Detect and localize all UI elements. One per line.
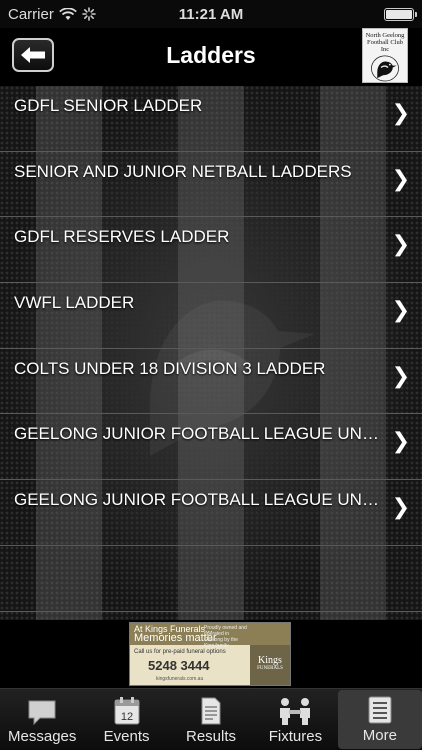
tab-messages[interactable]: Messages [0,689,84,750]
status-right [384,7,417,21]
ladder-row-vwfl[interactable]: VWFL LADDER ❯ [0,283,422,349]
ladders-list: GDFL SENIOR LADDER ❯ SENIOR AND JUNIOR N… [0,86,422,612]
ad-brand-sub: FUNERALS [257,666,283,671]
calendar-icon: 12 [114,697,140,725]
ad-callout: Call us for pre-paid funeral options [134,649,226,655]
calendar-day: 12 [120,711,132,723]
page-title: Ladders [166,42,256,68]
battery-icon [384,7,417,21]
club-logo: North Geelong Football Club Inc [362,28,408,83]
document-icon [201,697,221,725]
tab-results[interactable]: Results [169,689,253,750]
ladder-row-gjfl-2[interactable]: GEELONG JUNIOR FOOTBALL LEAGUE UNDER 15 … [0,480,422,546]
tab-more[interactable]: More [337,690,422,749]
carrier-label: Carrier [8,5,54,23]
ladder-row-label: VWFL LADDER [14,293,135,313]
tab-label: Messages [8,728,77,745]
carrier-indicator: Carrier [8,6,96,23]
chevron-right-icon: ❯ [391,100,410,125]
ladder-row-gdfl-senior[interactable]: GDFL SENIOR LADDER ❯ [0,86,422,152]
tab-label: Fixtures [268,728,323,745]
ladder-row-label: COLTS UNDER 18 DIVISION 3 LADDER [14,358,326,378]
ladder-row-label: GDFL RESERVES LADDER [14,227,230,247]
chevron-right-icon: ❯ [391,428,410,454]
list-icon [368,696,392,724]
battery-fill [386,9,412,19]
tab-label: Results [186,728,237,745]
chevron-right-icon: ❯ [391,362,410,388]
ladder-row-colts-u18[interactable]: COLTS UNDER 18 DIVISION 3 LADDER ❯ [0,349,422,415]
ad-phone: 5248 3444 [148,658,210,673]
speech-bubble-icon [28,700,56,726]
players-icon [280,698,311,725]
ladders-content: GDFL SENIOR LADDER ❯ SENIOR AND JUNIOR N… [0,86,422,620]
tab-bar: Messages 12 Events Results Fixtures More [0,688,422,750]
ladder-row-gdfl-reserves[interactable]: GDFL RESERVES LADDER ❯ [0,217,422,284]
ad-banner[interactable]: At Kings Funerals... Memories matter Pro… [129,622,291,686]
ad-small-text: Proudly owned and operated in Geelong by… [204,625,247,649]
ladder-row-netball[interactable]: SENIOR AND JUNIOR NETBALL LADDERS ❯ [0,152,422,218]
ad-brand: Kings [258,655,282,666]
chevron-right-icon: ❯ [391,165,410,191]
tab-events[interactable]: 12 Events [84,689,168,750]
ad-area: At Kings Funerals... Memories matter Pro… [0,620,422,688]
navigation-bar: Ladders North Geelong Football Club Inc [0,28,422,86]
empty-row [0,546,422,612]
ladder-row-label: GDFL SENIOR LADDER [14,96,203,115]
chevron-right-icon: ❯ [391,231,410,257]
chevron-right-icon: ❯ [391,297,410,323]
ladder-row-gjfl-1[interactable]: GEELONG JUNIOR FOOTBALL LEAGUE UNDER 17 … [0,414,422,481]
ladder-row-label: SENIOR AND JUNIOR NETBALL LADDERS [14,161,352,181]
ad-brand-logo: Kings FUNERALS [250,645,290,685]
ladder-row-label: GEELONG JUNIOR FOOTBALL LEAGUE UNDER 17 … [14,424,386,444]
ad-website: kingsfunerals.com.au [156,676,204,682]
tab-fixtures[interactable]: Fixtures [253,689,337,750]
tab-label: More [362,727,397,744]
status-bar: Carrier 11:21 AM [0,0,422,28]
wifi-icon [59,7,77,20]
tab-label: Events [103,728,150,745]
ladder-row-label: GEELONG JUNIOR FOOTBALL LEAGUE UNDER 15 … [14,490,386,510]
chevron-right-icon: ❯ [391,494,410,520]
club-logo-text: North Geelong Football Club Inc [365,32,405,53]
magpie-logo-icon [371,55,399,82]
loading-spinner-icon [82,7,96,21]
